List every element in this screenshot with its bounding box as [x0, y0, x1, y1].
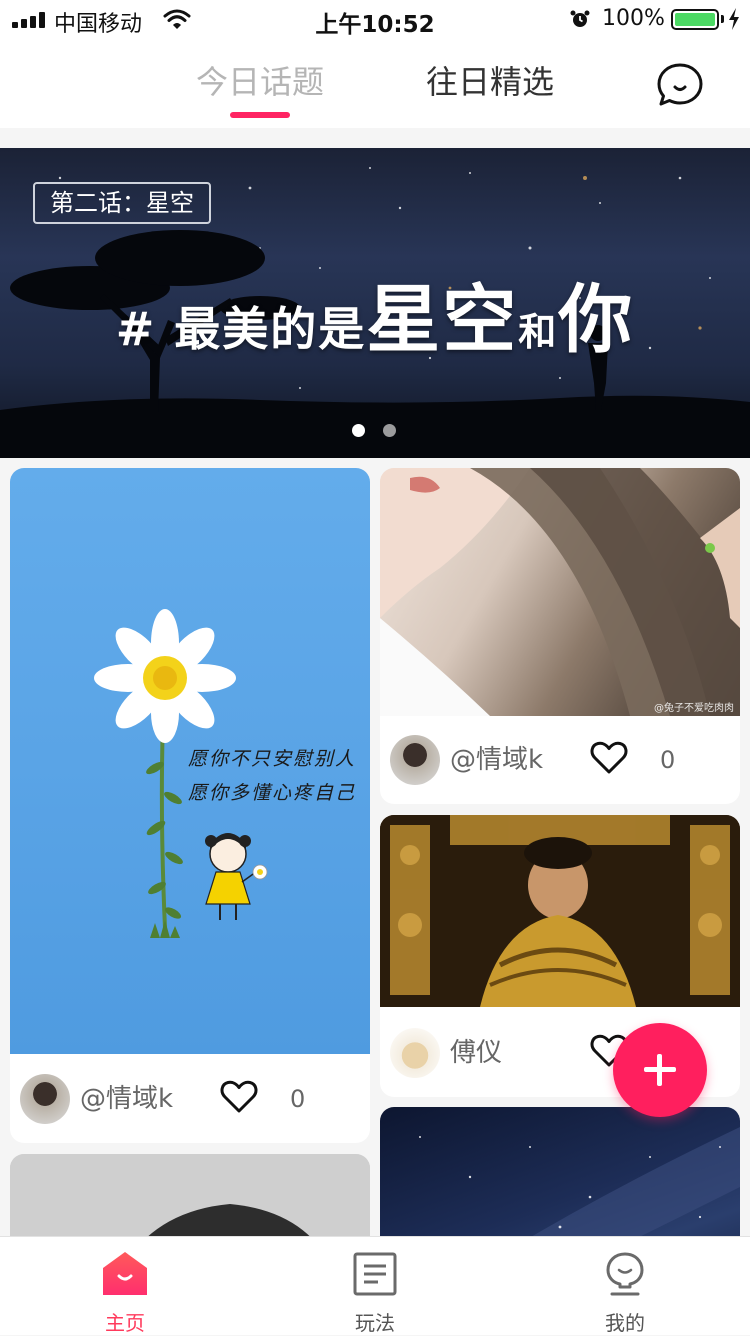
tab-play[interactable]: 玩法	[250, 1237, 500, 1335]
carousel-dots	[352, 422, 414, 441]
battery-cap	[721, 15, 724, 23]
username[interactable]: @情域k	[80, 1079, 173, 1119]
tab-label-mine: 我的	[605, 1311, 645, 1335]
heart-icon[interactable]	[220, 1080, 258, 1114]
home-icon	[103, 1252, 147, 1295]
carousel-dot-2[interactable]	[383, 424, 396, 437]
heart-icon[interactable]	[590, 741, 628, 775]
avatar[interactable]	[390, 735, 440, 785]
post-image[interactable]: 愿你不只安慰别人 愿你多懂心疼自己	[10, 468, 370, 1054]
portrait-photo	[380, 468, 740, 716]
tab-label-home: 主页	[105, 1311, 145, 1335]
tab-mine[interactable]: 我的	[500, 1237, 750, 1335]
top-nav: 今日话题 往日精选	[0, 40, 750, 128]
chat-bubble-icon[interactable]	[656, 62, 704, 108]
avatar[interactable]	[20, 1074, 70, 1124]
image-caption-line1: 愿你不只安慰别人	[188, 748, 357, 770]
battery-percent: 100%	[602, 6, 665, 31]
active-tab-indicator	[230, 112, 290, 118]
username[interactable]: 傅仪	[450, 1033, 502, 1073]
alarm-icon	[570, 10, 590, 27]
charging-icon	[729, 8, 739, 30]
banner-title: # 最美的是星空和你	[0, 260, 750, 367]
feed-card[interactable]: 愿你不只安慰别人 愿你多懂心疼自己 @情域k 0	[10, 468, 370, 1143]
tab-today-topic[interactable]: 今日话题	[196, 60, 324, 104]
tab-label-play: 玩法	[355, 1311, 395, 1335]
avatar[interactable]	[390, 1028, 440, 1078]
like-count: 0	[290, 1085, 306, 1113]
tab-home[interactable]: 主页	[0, 1237, 250, 1335]
create-post-button[interactable]	[613, 1023, 707, 1117]
banner-episode-tag: 第二话：星空	[33, 182, 211, 224]
carousel-dot-1[interactable]	[352, 424, 365, 437]
banner-title-small: 和	[518, 310, 559, 354]
battery-icon	[671, 9, 719, 30]
banner-title-part1: # 最美的是	[115, 302, 367, 356]
post-image[interactable]: @兔子不爱吃肉肉	[380, 468, 740, 716]
post-footer: @情域k 0	[380, 716, 740, 804]
feed-card[interactable]: @兔子不爱吃肉肉 @情域k 0	[380, 468, 740, 804]
status-bar: 中国移动 上午10:52 100%	[0, 0, 750, 40]
document-icon	[353, 1252, 397, 1296]
banner-title-big2: 你	[558, 277, 635, 363]
username[interactable]: @情域k	[450, 740, 543, 780]
banner-title-big1: 星空	[366, 277, 519, 363]
profile-icon	[606, 1252, 644, 1296]
image-caption-line2: 愿你多懂心疼自己	[188, 782, 357, 804]
post-footer: @情域k 0	[10, 1055, 370, 1143]
topic-banner[interactable]: 第二话：星空 # 最美的是星空和你	[0, 148, 750, 458]
bottom-tab-bar: 主页 玩法 我的	[0, 1236, 750, 1335]
tab-past-picks[interactable]: 往日精选	[426, 60, 554, 104]
image-watermark: @兔子不爱吃肉肉	[654, 703, 734, 714]
like-count: 0	[660, 746, 676, 774]
movie-still-photo	[380, 815, 740, 1007]
post-image[interactable]	[380, 815, 740, 1007]
